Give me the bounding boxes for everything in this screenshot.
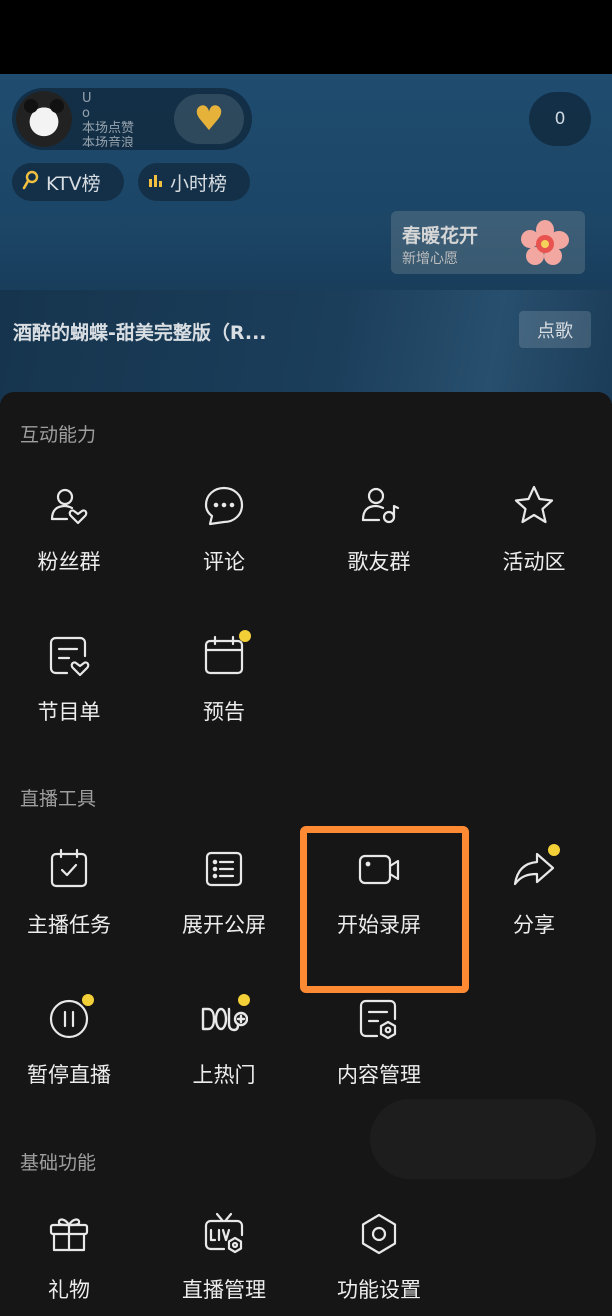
anchor-info-pill[interactable]: U o 本场点赞 本场音浪 ♥ — [12, 88, 252, 150]
program-list-icon — [45, 632, 93, 680]
anchor-line: o — [82, 106, 90, 121]
function-settings-button[interactable]: 功能设置 — [302, 1210, 456, 1316]
gift-icon — [45, 1210, 93, 1258]
content-manage-icon — [355, 995, 403, 1043]
expand-public-screen-button[interactable]: 展开公屏 — [147, 845, 301, 965]
section-title: 互动能力 — [20, 424, 97, 446]
song-title: 酒醉的蝴蝶-甜美完整版（R... — [13, 322, 267, 344]
anchor-line: 本场点赞 — [82, 121, 135, 136]
go-hot-button[interactable]: 上热门 — [147, 994, 301, 1115]
go-hot-label: 上热门 — [192, 1063, 256, 1087]
avatar[interactable] — [16, 91, 72, 147]
microphone-icon — [22, 170, 40, 195]
wish-subtitle: 新增心愿 — [402, 251, 458, 267]
anchor-task-label: 主播任务 — [27, 913, 111, 937]
gift-label: 礼物 — [48, 1278, 90, 1302]
pause-live-button[interactable]: 暂停直播 — [0, 994, 146, 1115]
song-friends-icon — [355, 482, 403, 530]
live-manage-label: 直播管理 — [182, 1278, 266, 1302]
song-friends-label: 歌友群 — [347, 550, 411, 574]
program-list-button[interactable]: 节目单 — [0, 632, 146, 752]
section-title: 基础功能 — [20, 1152, 97, 1174]
content-manage-label: 内容管理 — [337, 1063, 421, 1087]
share-button[interactable]: 分享 — [457, 844, 611, 965]
fans-group-button[interactable]: 粉丝群 — [0, 482, 146, 602]
gift-button[interactable]: 礼物 — [0, 1210, 146, 1316]
wish-card[interactable]: 春暖花开 新增心愿 — [391, 211, 585, 274]
content-manage-button[interactable]: 内容管理 — [302, 995, 456, 1115]
request-song-button[interactable]: 点歌 — [519, 311, 591, 348]
activity-area-button[interactable]: 活动区 — [457, 482, 611, 602]
fans-group-label: 粉丝群 — [37, 550, 101, 574]
program-list-label: 节目单 — [37, 700, 101, 724]
comment-label: 评论 — [203, 550, 245, 574]
flower-icon — [521, 220, 569, 265]
preview-button[interactable]: 预告 — [147, 630, 301, 752]
list-icon — [200, 845, 248, 893]
ktv-rank-button[interactable]: KTV榜 — [12, 163, 124, 201]
live-manage-icon — [200, 1210, 248, 1258]
notification-dot — [239, 630, 251, 642]
anchor-line: 本场音浪 — [82, 136, 135, 147]
fans-group-icon — [45, 482, 93, 530]
live-manage-button[interactable]: 直播管理 — [147, 1210, 301, 1316]
hour-rank-button[interactable]: 小时榜 — [138, 163, 250, 201]
viewer-count[interactable]: 0 — [529, 92, 591, 146]
activity-area-label: 活动区 — [502, 550, 566, 574]
anchor-text: U o 本场点赞 本场音浪 — [82, 91, 172, 147]
anchor-line: U — [82, 91, 92, 106]
heart-icon: ♥ — [193, 99, 225, 139]
notification-dot — [238, 994, 250, 1006]
start-recording-highlight — [300, 826, 469, 993]
bar-chart-icon — [148, 172, 164, 193]
expand-public-screen-label: 展开公屏 — [182, 913, 266, 937]
comment-button[interactable]: 评论 — [147, 482, 301, 602]
share-label: 分享 — [513, 913, 555, 937]
status-bar — [0, 0, 612, 74]
floating-bubble — [370, 1099, 596, 1179]
settings-icon — [355, 1210, 403, 1258]
notification-dot — [82, 994, 94, 1006]
preview-label: 预告 — [203, 700, 245, 724]
pause-live-label: 暂停直播 — [27, 1063, 111, 1087]
song-friends-button[interactable]: 歌友群 — [302, 482, 456, 602]
follow-heart-button[interactable]: ♥ — [174, 94, 244, 144]
function-settings-label: 功能设置 — [337, 1278, 421, 1302]
star-icon — [510, 482, 558, 530]
hour-rank-label: 小时榜 — [170, 172, 228, 195]
wish-title: 春暖花开 — [402, 225, 479, 247]
section-title: 直播工具 — [20, 788, 97, 810]
notification-dot — [548, 844, 560, 856]
comment-icon — [200, 482, 248, 530]
ktv-rank-label: KTV榜 — [46, 172, 101, 195]
task-icon — [45, 845, 93, 893]
anchor-task-button[interactable]: 主播任务 — [0, 845, 146, 965]
